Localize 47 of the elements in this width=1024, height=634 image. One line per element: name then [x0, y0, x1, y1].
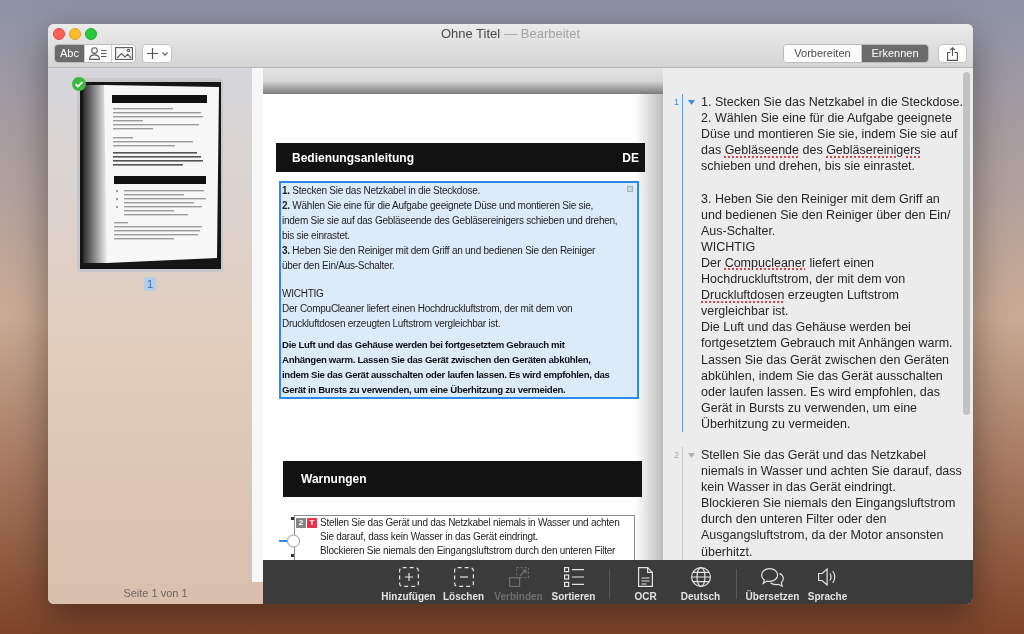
share-icon: [947, 46, 958, 61]
add-menu-button[interactable]: [142, 44, 172, 63]
section-heading: Warnungen: [301, 471, 367, 488]
speaker-icon: [818, 568, 837, 586]
type-badge: T: [307, 518, 317, 528]
edge-handle-icon: [279, 517, 301, 557]
text-region[interactable]: 2 T Stellen Sie das Gerät und das Netzkabel niemals in Wasser und achten Sie darauf, dass kein Wasser in das Gerät eindringt. Blockieren Sie niemals den Eingangsluftstrom durch den unteren Filter: [294, 515, 635, 560]
edit-status: — Bearbeitet: [504, 25, 581, 43]
plus-icon: [146, 48, 158, 59]
recognized-text[interactable]: Stellen Sie das Gerät und das Netzkabel niemals in Wasser und achten Sie darauf, dass kein Wasser in das Gerät eindringt. Blockieren Sie niemals den Eingangsluftstrom durch den unteren Filter oder den Ausgangsluftstrom, da der Motor ansonsten überhitzt.: [701, 446, 962, 560]
page-count: Seite 1 von 1: [123, 585, 188, 601]
scrollbar-thumb[interactable]: [963, 72, 970, 415]
speech-button[interactable]: Sprache: [800, 566, 855, 603]
block-number: 1: [673, 96, 680, 109]
recognized-text[interactable]: 1. Stecken Sie das Netzkabel in die Steckdose. 2. Wählen Sie eine für die Aufgabe geeignete Düse und montieren Sie sie, indem Sie sie auf das Gebläseende des Gebläsereinigers schieben und drehen, bis sie einrastet. 3. Heben Sie den Reiniger mit dem Griff an und bedienen Sie den Reiniger über den Ein/ Aus-Schalter. WICHTIG Der Compucleaner liefert einen Hochdruckluftstrom, der mit dem von Druckluftdosen erzeugten Luftstrom vergleichbar ist. Die Luft und das Gehäuse werden bei fortgesetztem Gebrauch mit Anhängen warm. Lassen Sie das Gerät zwischen den Geräten abkühlen, indem Sie das Gerät ausschalten oder laufen lassen. Es wird empfohlen, das Gerät in Bursts zu verwenden, um eine Überhitzung zu vermeiden.: [701, 94, 963, 432]
add-icon: [398, 567, 419, 587]
image-view-tab[interactable]: [111, 45, 135, 62]
globe-icon: [690, 567, 711, 587]
mode-tab[interactable]: Erkennen: [861, 45, 928, 62]
close-button[interactable]: [53, 27, 65, 40]
text-region[interactable]: [279, 181, 639, 399]
scan-paragraph: WICHTIG Der CompuCleaner liefert einen Hochdruckluftstrom, der mit dem von Druckluftdosen erzeugten Luftstrom vergleichbar ist.: [282, 287, 574, 331]
list-icon: [563, 567, 584, 587]
add-button[interactable]: Hinzufügen: [381, 566, 436, 603]
window-title: Ohne Titel: [440, 25, 501, 43]
section-heading: Bedienungsanleitung: [292, 149, 414, 167]
number-badge: 2: [296, 518, 306, 528]
merge-icon: [508, 567, 529, 587]
scan-paragraph: Stellen Sie das Gerät und das Netzkabel niemals in Wasser und achten Sie darauf, dass kein Wasser in das Gerät eindringt. Blockieren Sie niemals den Eingangsluftstrom durch den unteren Filter: [320, 516, 620, 558]
language-tag: DE: [622, 148, 639, 167]
document-icon: [638, 567, 653, 587]
delete-button[interactable]: Löschen: [436, 566, 491, 603]
remove-icon: [453, 567, 474, 587]
block-number: 2: [673, 448, 680, 462]
speech-bubbles-icon: [761, 567, 784, 587]
text-view-tab[interactable]: Abc: [55, 45, 84, 62]
sort-button[interactable]: Sortieren: [546, 566, 601, 603]
scan-paragraph: Die Luft und das Gehäuse werden bei fortgesetztem Gebrauch mit Anhängen warm. Lassen Sie das Gerät zwischen den Geräten abkühlen, indem Sie das Gerät ausschalten oder laufen lassen. Es wird empfohlen, das Gerät in Bursts zu verwenden, um eine Überhitzung zu vermeiden.: [282, 338, 611, 397]
contact-list-icon: [89, 47, 107, 60]
translate-button[interactable]: Übersetzen: [745, 566, 800, 603]
scan-paragraph: 1. Stecken Sie das Netzkabel in die Steckdose. 2. Wählen Sie eine für die Aufgabe geeignete Düse und montieren Sie sie, indem Sie sie auf das Gebläseende des Gebläsereinigers schieben und drehen, bis sie einrastet. 3. Heben Sie den Reiniger mit dem Griff an und bedienen Sie den Reiniger über den Ein/Aus-Schalter.: [282, 184, 618, 273]
language-button[interactable]: Deutsch: [673, 566, 728, 603]
image-icon: [114, 47, 133, 60]
share-button[interactable]: [938, 44, 967, 63]
disclosure-triangle-icon[interactable]: [688, 100, 695, 105]
chevron-down-icon: [161, 51, 168, 56]
ocr-button[interactable]: OCR: [618, 566, 673, 603]
